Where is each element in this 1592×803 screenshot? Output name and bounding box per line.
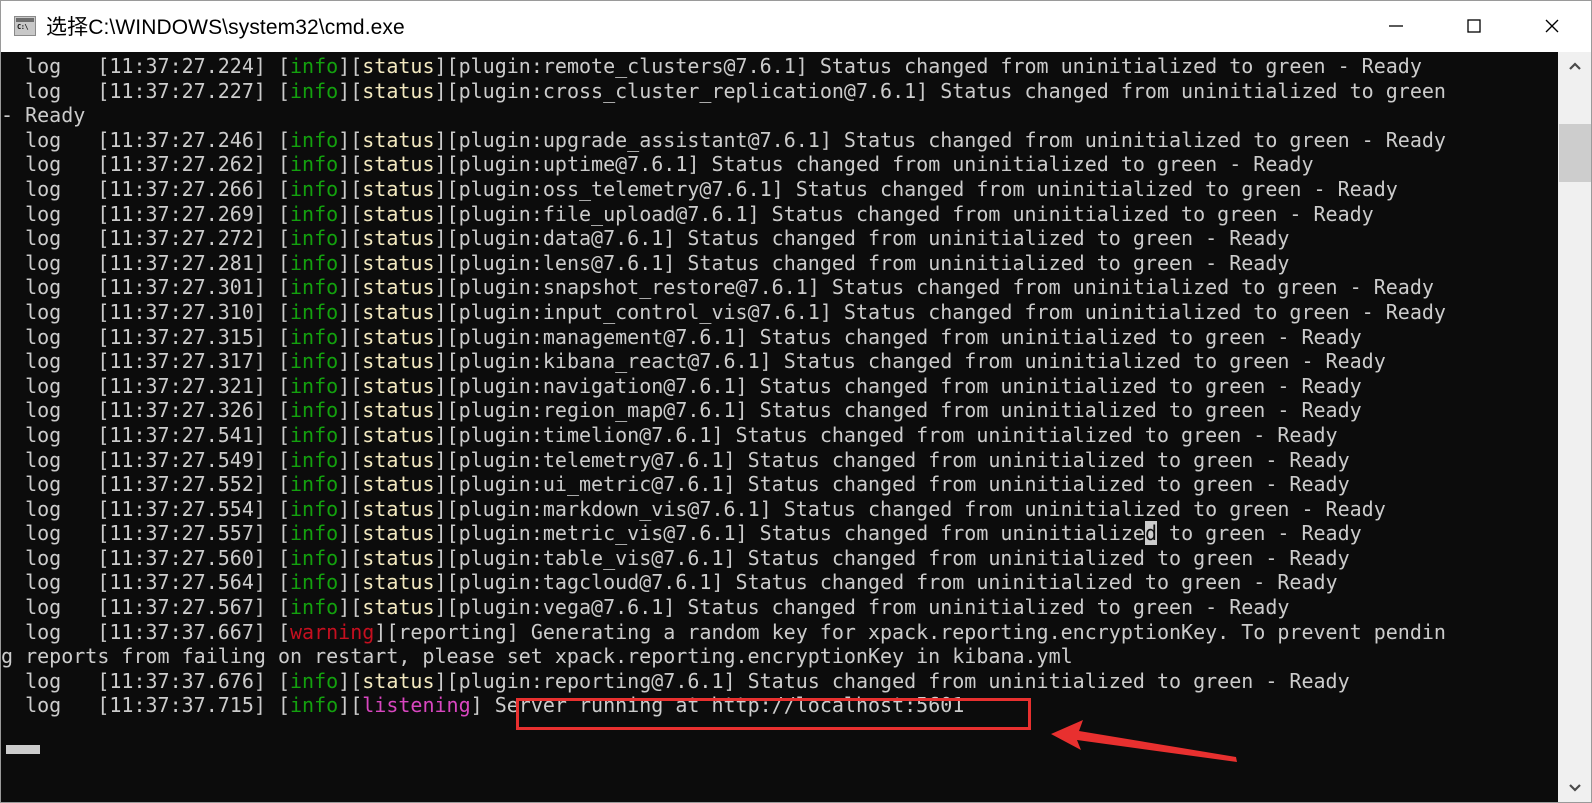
console-line: log [11:37:27.310] [info][status][plugin…: [1, 299, 1446, 324]
maximize-button[interactable]: [1435, 1, 1513, 51]
title-bar[interactable]: 选择C:\WINDOWS\system32\cmd.exe: [1, 1, 1591, 52]
console-line: log [11:37:27.224] [info][status][plugin…: [1, 54, 1422, 78]
console-line: log [11:37:27.326] [info][status][plugin…: [1, 398, 1362, 423]
console-line: log [11:37:27.227] [info][status][plugin…: [1, 78, 1446, 103]
console-line: log [11:37:27.552] [info][status][plugin…: [1, 472, 1350, 497]
console-line: log [11:37:27.246] [info][status][plugin…: [1, 127, 1446, 152]
console-line: log [11:37:37.676] [info][status][plugin…: [1, 668, 1350, 693]
cmd-window: 选择C:\WINDOWS\system32\cmd.exe: [0, 0, 1592, 803]
chevron-up-icon: [1569, 62, 1581, 70]
scrollbar-thumb[interactable]: [1559, 124, 1591, 182]
console-line: log [11:37:27.281] [info][status][plugin…: [1, 250, 1290, 275]
scrollbar-track[interactable]: [1559, 82, 1591, 772]
console-line: log [11:37:27.554] [info][status][plugin…: [1, 496, 1386, 521]
vertical-scrollbar[interactable]: [1558, 52, 1591, 802]
console-line: log [11:37:37.715] [info][listening] Ser…: [1, 693, 965, 718]
console-line: log [11:37:27.301] [info][status][plugin…: [1, 275, 1434, 300]
console-line: g reports from failing on restart, pleas…: [1, 644, 1073, 669]
window-title: 选择C:\WINDOWS\system32\cmd.exe: [46, 16, 405, 39]
scroll-down-button[interactable]: [1559, 772, 1591, 802]
console-line: log [11:37:27.549] [info][status][plugin…: [1, 447, 1350, 472]
console-line: log [11:37:27.557] [info][status][plugin…: [1, 521, 1362, 546]
console-line: log [11:37:27.567] [info][status][plugin…: [1, 595, 1290, 620]
console-output[interactable]: log [11:37:27.224] [info][status][plugin…: [1, 52, 1558, 802]
console-line: log [11:37:27.262] [info][status][plugin…: [1, 152, 1314, 177]
console-block-cursor: [6, 745, 40, 754]
console-line: log [11:37:27.321] [info][status][plugin…: [1, 373, 1362, 398]
console-line: log [11:37:27.266] [info][status][plugin…: [1, 176, 1398, 201]
close-icon: [1545, 19, 1559, 33]
console-area: log [11:37:27.224] [info][status][plugin…: [1, 52, 1591, 802]
maximize-icon: [1467, 19, 1481, 33]
console-lines: log [11:37:27.224] [info][status][plugin…: [1, 54, 1558, 718]
chevron-down-icon: [1569, 784, 1581, 792]
console-line: log [11:37:27.541] [info][status][plugin…: [1, 422, 1338, 447]
scroll-up-button[interactable]: [1559, 52, 1591, 82]
console-line: log [11:37:27.560] [info][status][plugin…: [1, 545, 1350, 570]
console-line: log [11:37:27.269] [info][status][plugin…: [1, 201, 1374, 226]
console-line: log [11:37:27.315] [info][status][plugin…: [1, 324, 1362, 349]
console-line: log [11:37:27.564] [info][status][plugin…: [1, 570, 1338, 595]
close-button[interactable]: [1513, 1, 1591, 51]
console-line: log [11:37:27.317] [info][status][plugin…: [1, 349, 1386, 374]
minimize-button[interactable]: [1357, 1, 1435, 51]
cmd-console-icon: [14, 16, 36, 36]
console-line: - Ready: [1, 103, 86, 128]
window-controls: [1357, 1, 1591, 51]
console-line: log [11:37:27.272] [info][status][plugin…: [1, 226, 1290, 251]
minimize-icon: [1389, 25, 1403, 27]
console-line: log [11:37:37.667] [warning][reporting] …: [1, 619, 1446, 644]
